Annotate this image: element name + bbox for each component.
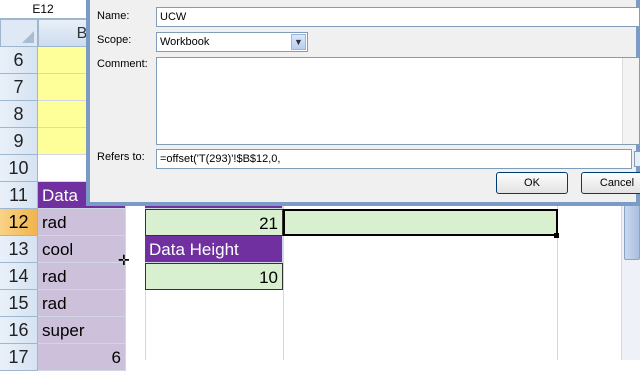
name-box[interactable]: E12 <box>0 0 86 19</box>
chevron-down-icon[interactable]: ▼ <box>291 34 306 50</box>
row-header-17[interactable]: 17 <box>0 344 38 371</box>
refers-to-label: Refers to: <box>97 151 145 163</box>
row-header-10[interactable]: 10 <box>0 155 38 182</box>
name-label: Name: <box>97 10 130 22</box>
cell-d12[interactable]: 21 <box>145 209 283 236</box>
select-all-button[interactable] <box>0 19 38 47</box>
comment-label: Comment: <box>97 58 148 70</box>
cell-b14[interactable]: rad <box>38 263 126 290</box>
row-header-12[interactable]: 12 <box>0 209 38 236</box>
cell-b13[interactable]: cool <box>38 236 126 263</box>
name-input[interactable]: UCW <box>156 7 640 27</box>
row-header-15[interactable]: 15 <box>0 290 38 317</box>
cell-b16[interactable]: super <box>38 317 126 344</box>
cell-d13[interactable]: Data Height <box>145 236 283 263</box>
cell-e12-selected[interactable] <box>283 209 558 236</box>
refers-to-input[interactable]: =offset('T(293)'!$B$12,0, <box>156 149 632 169</box>
cell-d14[interactable]: 10 <box>145 263 283 290</box>
scope-label: Scope: <box>97 34 132 46</box>
cell-cursor-icon: ✛ <box>118 253 130 269</box>
comment-scrollbar[interactable] <box>622 58 639 144</box>
row-header-8[interactable]: 8 <box>0 101 38 128</box>
scope-select[interactable]: Workbook ▼ <box>156 32 308 52</box>
row-header-11[interactable]: 11 <box>0 182 38 209</box>
new-name-dialog: Name: UCW Scope: Workbook ▼ Comment: Ref… <box>86 0 640 206</box>
cancel-button[interactable]: Cancel <box>581 172 640 194</box>
cell-b12[interactable]: rad <box>38 209 126 236</box>
comment-textarea[interactable] <box>156 57 640 145</box>
row-header-13[interactable]: 13 <box>0 236 38 263</box>
cell-b15[interactable]: rad <box>38 290 126 317</box>
row-header-9[interactable]: 9 <box>0 128 38 155</box>
row-header-16[interactable]: 16 <box>0 317 38 344</box>
cell-b17[interactable]: 6 <box>38 344 126 371</box>
scroll-thumb[interactable] <box>624 198 640 260</box>
fill-handle[interactable] <box>554 233 559 238</box>
scope-value: Workbook <box>160 36 210 48</box>
row-header-7[interactable]: 7 <box>0 74 38 101</box>
ok-button[interactable]: OK <box>496 172 568 194</box>
row-header-6[interactable]: 6 <box>0 47 38 74</box>
collapse-dialog-icon[interactable] <box>634 151 640 167</box>
row-header-14[interactable]: 14 <box>0 263 38 290</box>
